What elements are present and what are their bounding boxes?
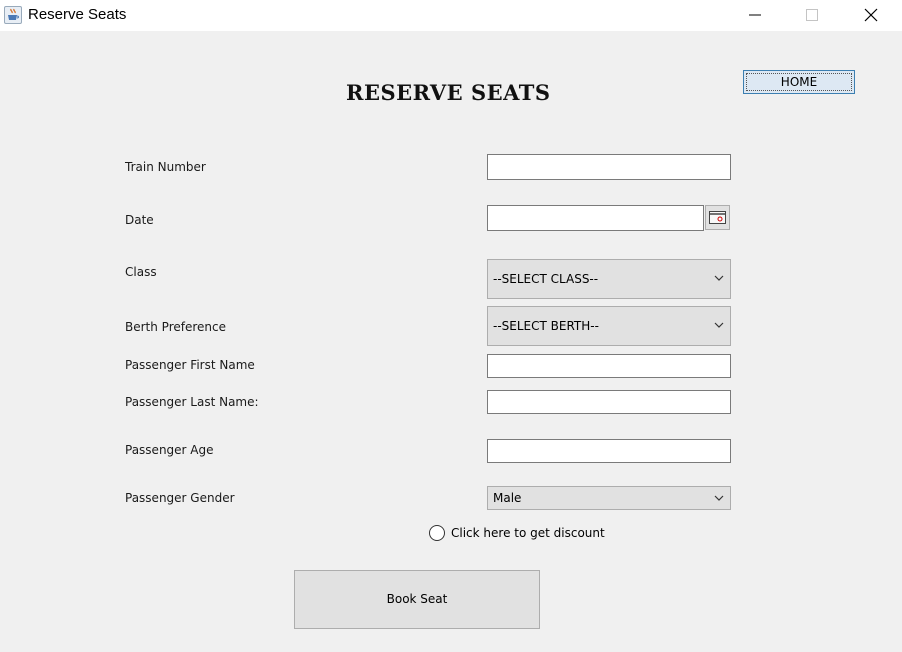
first-name-input[interactable] [488,355,730,377]
title-bar: Reserve Seats [0,0,902,31]
train-number-input[interactable] [488,155,730,179]
date-picker-button[interactable] [705,205,730,230]
date-field-box [487,205,704,231]
date-label: Date [125,213,154,227]
class-select[interactable]: --SELECT CLASS-- [487,259,731,299]
age-field-box [487,439,731,463]
date-input[interactable] [488,206,703,230]
last-name-label: Passenger Last Name: [125,395,259,409]
home-button-label: HOME [746,73,852,91]
discount-label[interactable]: Click here to get discount [451,526,605,540]
close-button[interactable] [848,0,894,31]
maximize-button[interactable] [789,0,835,31]
close-icon [864,8,878,22]
age-input[interactable] [488,440,730,462]
chevron-down-icon [714,275,724,281]
train-number-label: Train Number [125,160,206,174]
last-name-field-box [487,390,731,414]
gender-select-value: Male [493,491,522,505]
page-title: RESERVE SEATS [346,80,551,105]
calendar-icon [709,211,726,224]
book-seat-label: Book Seat [386,592,448,606]
berth-select[interactable]: --SELECT BERTH-- [487,306,731,346]
berth-select-value: --SELECT BERTH-- [493,319,599,333]
berth-preference-label: Berth Preference [125,320,226,334]
age-label: Passenger Age [125,443,214,457]
gender-select[interactable]: Male [487,486,731,510]
chevron-down-icon [714,495,724,501]
train-number-field-box [487,154,731,180]
first-name-field-box [487,354,731,378]
chevron-down-icon [714,322,724,328]
class-label: Class [125,265,157,279]
window-title: Reserve Seats [28,6,127,23]
first-name-label: Passenger First Name [125,358,255,372]
home-button[interactable]: HOME [743,70,855,94]
discount-radio[interactable] [429,525,445,541]
maximize-icon [806,9,818,21]
java-cup-icon [4,6,22,24]
last-name-input[interactable] [488,391,730,413]
class-select-value: --SELECT CLASS-- [493,272,599,286]
minimize-button[interactable] [732,0,778,31]
book-seat-button[interactable]: Book Seat [294,570,540,629]
minimize-icon [749,14,761,16]
gender-label: Passenger Gender [125,491,235,505]
